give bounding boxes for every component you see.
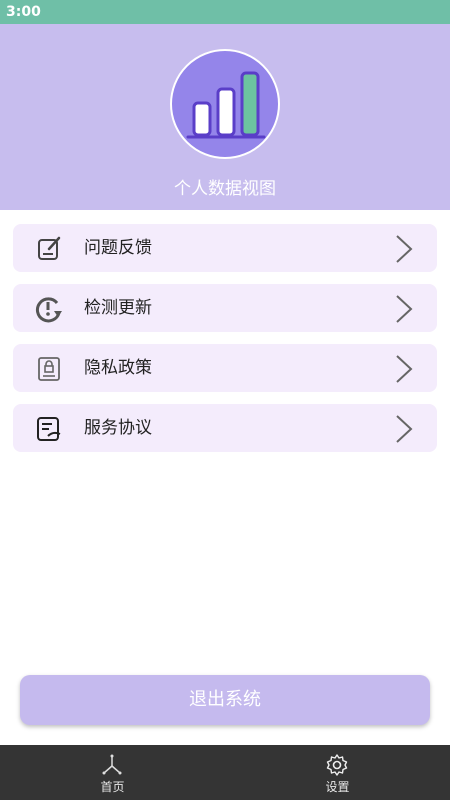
app-logo <box>170 49 280 159</box>
menu-label: 服务协议 <box>84 418 152 438</box>
nav-item-settings[interactable]: 设置 <box>225 745 450 800</box>
chevron-right-icon <box>396 235 413 263</box>
status-time: 3:00 <box>6 4 41 20</box>
chevron-right-icon <box>396 355 413 383</box>
home-network-icon <box>102 754 122 775</box>
logout-button[interactable]: 退出系统 <box>20 675 430 725</box>
feedback-edit-icon <box>38 236 61 260</box>
bar-chart-icon <box>186 71 266 139</box>
settings-menu: 问题反馈 检测更新 隐私政策 服务协议 <box>13 224 437 464</box>
menu-label: 隐私政策 <box>84 358 152 378</box>
profile-header: 个人数据视图 <box>0 24 450 210</box>
gear-icon <box>326 754 348 776</box>
nav-label-settings: 设置 <box>325 780 350 794</box>
menu-item-privacy[interactable]: 隐私政策 <box>13 344 437 392</box>
chevron-right-icon <box>396 415 413 443</box>
privacy-lock-icon <box>38 357 60 381</box>
menu-item-feedback[interactable]: 问题反馈 <box>13 224 437 272</box>
nav-label-home: 首页 <box>100 780 125 794</box>
menu-item-update[interactable]: 检测更新 <box>13 284 437 332</box>
agreement-document-icon <box>37 417 61 441</box>
menu-label: 检测更新 <box>84 298 152 318</box>
menu-label: 问题反馈 <box>84 238 152 258</box>
page-title: 个人数据视图 <box>174 179 276 199</box>
status-bar: 3:00 <box>0 0 450 24</box>
nav-item-home[interactable]: 首页 <box>0 745 225 800</box>
update-check-icon <box>35 297 62 323</box>
bottom-nav: 首页 设置 <box>0 745 450 800</box>
chevron-right-icon <box>396 295 413 323</box>
menu-item-agreement[interactable]: 服务协议 <box>13 404 437 452</box>
